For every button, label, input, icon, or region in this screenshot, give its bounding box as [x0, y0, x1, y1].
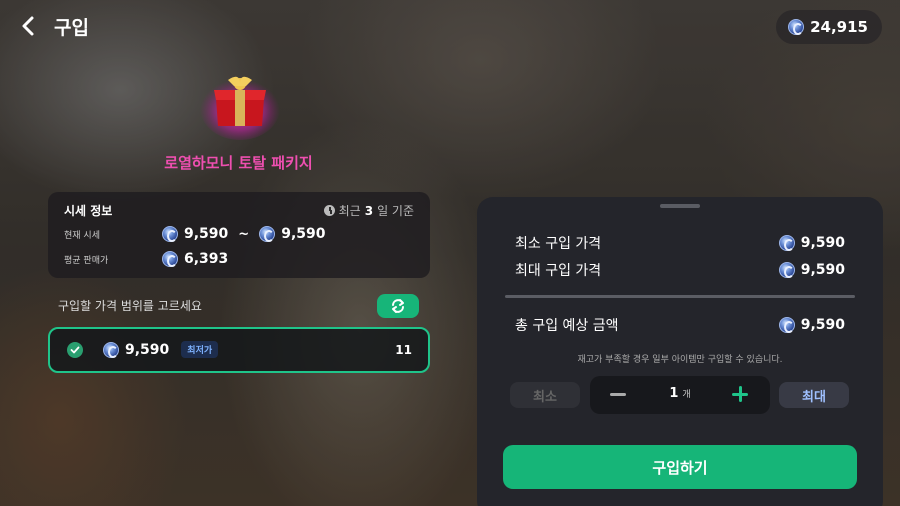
current-price-max: 9,590: [259, 226, 326, 242]
coin-icon: [778, 317, 795, 333]
min-price-row: 최소 구입 가격 9,590: [515, 233, 845, 253]
item-name: 로열하모니 토탈 패키지: [164, 154, 313, 172]
current-min-value: 9,590: [184, 226, 229, 242]
min-quantity-button[interactable]: 최소: [510, 382, 580, 408]
coin-icon: [103, 341, 119, 358]
coin-icon: [778, 235, 795, 251]
price-option-selected[interactable]: 9,590 최저가 11: [48, 327, 430, 373]
option-price: 9,590 최저가: [103, 341, 219, 358]
total-value: 9,590: [800, 317, 845, 333]
average-price-label: 평균 판매가: [64, 255, 109, 266]
min-price: 9,590: [778, 235, 845, 251]
average-price-row: 평균 판매가 6,393: [64, 251, 228, 267]
max-price-label: 최대 구입 가격: [515, 263, 602, 279]
stock-notice: 재고가 부족할 경우 일부 아이템만 구입할 수 있습니다.: [577, 355, 783, 365]
min-price-value: 9,590: [800, 235, 845, 251]
coin-icon: [162, 251, 178, 267]
option-price-value: 9,590: [125, 341, 170, 358]
period-days: 3: [364, 203, 374, 218]
buy-button[interactable]: 구입하기: [503, 445, 857, 489]
price-range-label: 구입할 가격 범위를 고르세요: [58, 299, 202, 313]
market-period: 최근 3일 기준: [323, 202, 414, 219]
option-count: 11: [395, 343, 412, 357]
red-gift-chest-icon: [200, 68, 280, 140]
refresh-icon: [392, 299, 404, 313]
page-title: 구입: [54, 17, 89, 39]
check-icon: [67, 342, 83, 358]
coin-icon: [162, 226, 178, 242]
refresh-button[interactable]: [377, 294, 419, 318]
total-row: 총 구입 예상 금액 9,590: [515, 315, 845, 335]
divider: [505, 295, 855, 298]
purchase-panel: 최소 구입 가격 9,590 최대 구입 가격 9,590 총 구입 예상 금액…: [477, 197, 883, 506]
total-amount: 9,590: [778, 317, 845, 333]
total-label: 총 구입 예상 금액: [515, 318, 619, 334]
clock-icon: [323, 205, 335, 216]
coin-icon: [778, 262, 795, 278]
balance-amount: 24,915: [810, 18, 868, 36]
current-max-value: 9,590: [281, 226, 326, 242]
average-price: 6,393: [162, 251, 228, 267]
top-bar: 구입 24,915: [0, 0, 900, 56]
quantity-stepper[interactable]: 1개: [590, 376, 770, 414]
currency-balance: 24,915: [776, 10, 882, 44]
period-suffix: 일 기준: [377, 204, 414, 218]
lowest-price-badge: 최저가: [181, 341, 219, 358]
coin-icon: [788, 19, 805, 35]
back-button[interactable]: [14, 12, 42, 40]
market-panel-title: 시세 정보: [64, 204, 113, 218]
max-price: 9,590: [778, 262, 845, 278]
average-price-value: 6,393: [184, 251, 229, 267]
max-price-row: 최대 구입 가격 9,590: [515, 260, 845, 280]
min-price-label: 최소 구입 가격: [515, 236, 602, 252]
period-prefix: 최근: [338, 204, 361, 218]
drag-handle[interactable]: [660, 204, 700, 208]
range-tilde: ~: [238, 226, 250, 242]
market-price-panel: 시세 정보 최근 3일 기준 현재 시세 9,590 ~ 9,590 평균 판매…: [48, 192, 430, 278]
max-quantity-button[interactable]: 최대: [779, 382, 849, 408]
coin-icon: [259, 226, 276, 242]
quantity-unit: 개: [682, 390, 691, 400]
current-price-row: 현재 시세 9,590 ~ 9,590: [64, 226, 326, 242]
max-price-value: 9,590: [800, 262, 845, 278]
quantity-value: 1: [669, 386, 679, 401]
chevron-left-icon: [22, 16, 34, 36]
current-price-min: 9,590: [162, 226, 228, 242]
plus-icon[interactable]: [732, 386, 748, 402]
current-price-label: 현재 시세: [64, 230, 100, 241]
